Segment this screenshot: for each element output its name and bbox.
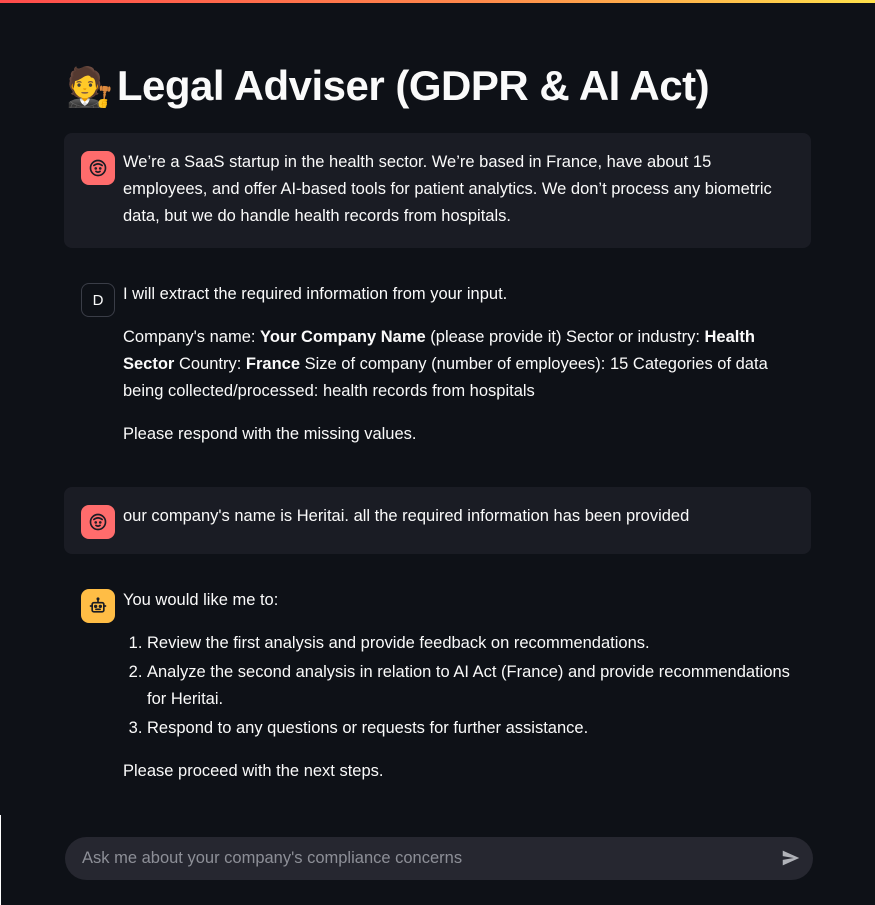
message-text: We’re a SaaS startup in the health secto…: [123, 153, 772, 225]
page-title: 🧑‍⚖️Legal Adviser (GDPR & AI Act): [66, 58, 710, 116]
page-title-text: Legal Adviser (GDPR & AI Act): [116, 62, 710, 109]
avatar-letter: D: [92, 291, 104, 309]
message-text: our company's name is Heritai. all the r…: [123, 507, 690, 525]
list-item: Review the first analysis and provide fe…: [147, 630, 795, 657]
chat-message-assistant: D I will extract the required informatio…: [64, 265, 811, 465]
user-face-icon: [81, 505, 115, 539]
window-edge-divider: [0, 815, 1, 905]
message-intro: You would like me to:: [123, 591, 279, 609]
message-content: I will extract the required information …: [123, 281, 795, 448]
steps-list: Review the first analysis and provide fe…: [123, 630, 795, 742]
assistant-avatar: D: [81, 283, 115, 317]
list-item: Analyze the second analysis in relation …: [147, 659, 795, 713]
message-content: We’re a SaaS startup in the health secto…: [123, 149, 795, 230]
message-content: You would like me to: Review the first a…: [123, 587, 795, 785]
user-face-icon: [81, 151, 115, 185]
chat-input[interactable]: [65, 837, 765, 880]
chat-message-assistant: You would like me to: Review the first a…: [64, 571, 811, 806]
extracted-fields: Company's name: Your Company Name (pleas…: [123, 324, 795, 405]
sector-label: (please provide it) Sector or industry:: [425, 328, 705, 346]
company-name-value: Your Company Name: [260, 328, 426, 346]
message-content: our company's name is Heritai. all the r…: [123, 503, 795, 530]
list-item: Respond to any questions or requests for…: [147, 715, 795, 742]
chat-input-container: [65, 837, 813, 880]
message-outro: Please respond with the missing values.: [123, 425, 417, 443]
message-outro: Please proceed with the next steps.: [123, 762, 384, 780]
chat-message-user: our company's name is Heritai. all the r…: [64, 487, 811, 554]
message-intro: I will extract the required information …: [123, 285, 508, 303]
judge-icon: 🧑‍⚖️: [66, 67, 113, 109]
chat-message-user: We’re a SaaS startup in the health secto…: [64, 133, 811, 248]
header-decoration-bar: [0, 0, 875, 3]
send-button[interactable]: [779, 847, 803, 871]
robot-icon: [81, 589, 115, 623]
country-value: France: [245, 355, 300, 373]
company-name-label: Company's name:: [123, 328, 261, 346]
send-icon: [782, 850, 800, 866]
app-page: 🧑‍⚖️Legal Adviser (GDPR & AI Act) We’re …: [0, 0, 875, 905]
country-label: Country:: [174, 355, 246, 373]
